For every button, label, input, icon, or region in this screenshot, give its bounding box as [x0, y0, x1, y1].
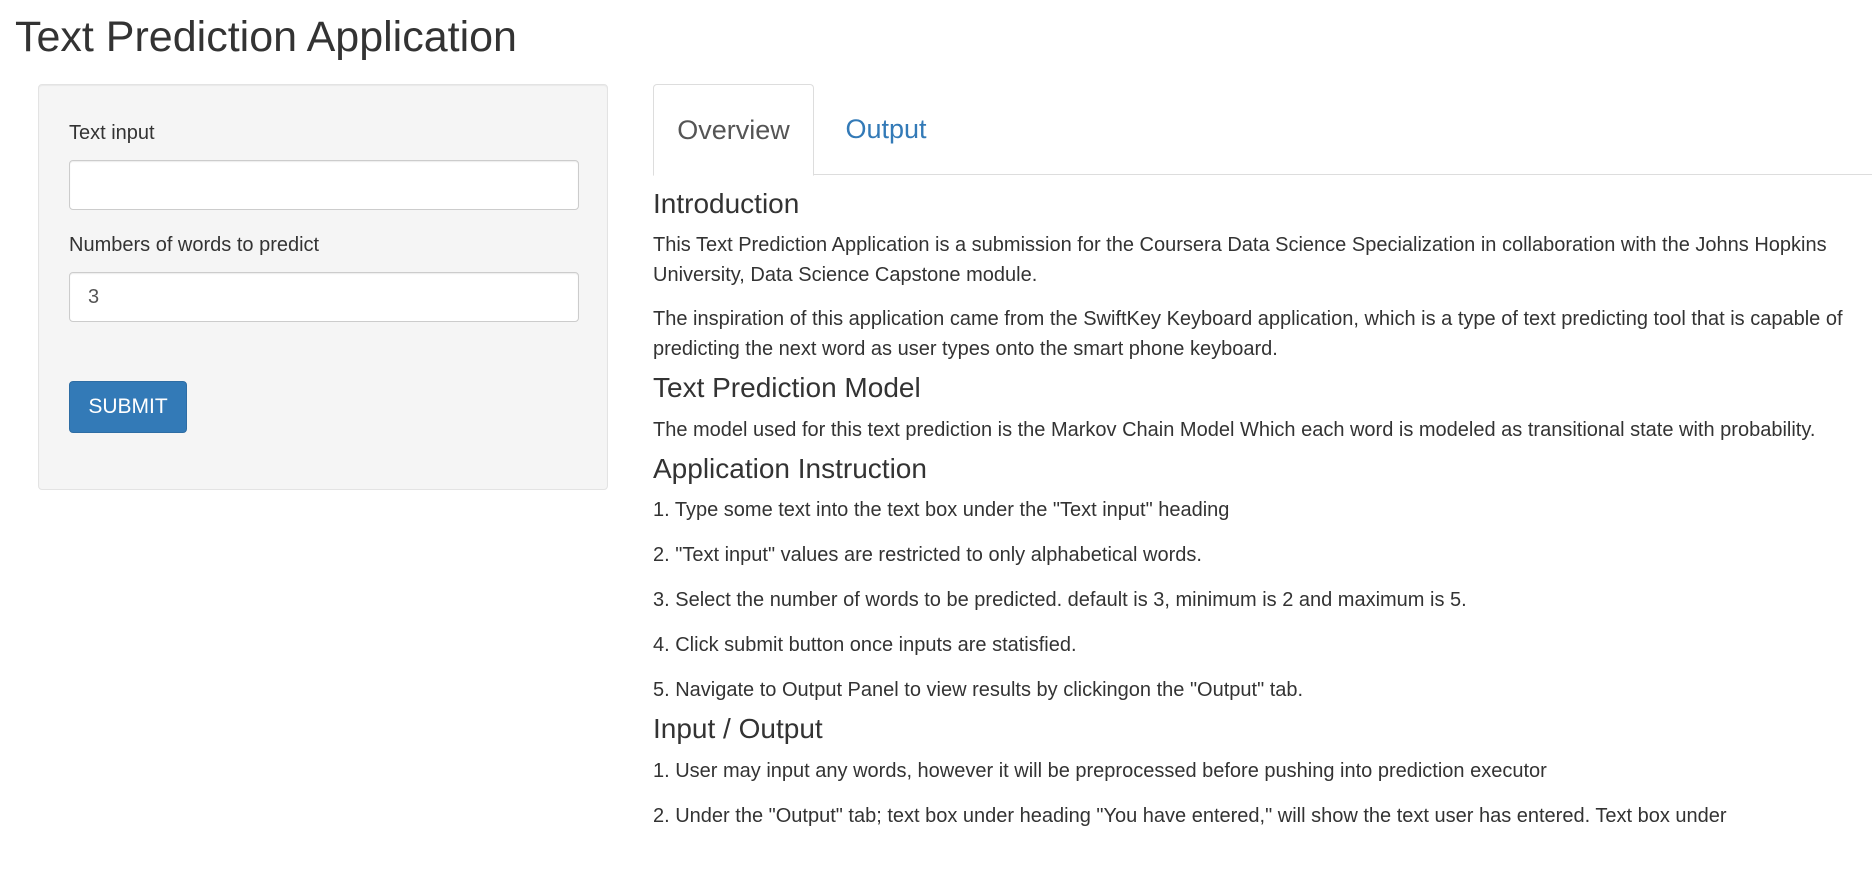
instruction-item: 4. Click submit button once inputs are s… [653, 634, 1077, 657]
page-title: Text Prediction Application [15, 13, 517, 61]
model-heading: Text Prediction Model [653, 372, 921, 404]
instruction-item: 5. Navigate to Output Panel to view resu… [653, 679, 1304, 702]
input-output-heading: Input / Output [653, 713, 823, 745]
instruction-heading: Application Instruction [653, 452, 927, 484]
instruction-item: 1. Type some text into the text box unde… [653, 499, 1230, 522]
words-count-field[interactable] [69, 272, 579, 322]
overview-content: Introduction This Text Prediction Applic… [653, 186, 1853, 831]
text-input-field[interactable] [69, 160, 579, 210]
sidebar-panel: Text input Numbers of words to predict S… [38, 84, 608, 490]
tab-bar: Overview Output [653, 84, 1872, 176]
submit-button[interactable]: SUBMIT [69, 381, 187, 433]
introduction-paragraph-1: This Text Prediction Application is a su… [653, 234, 1827, 287]
introduction-heading: Introduction [653, 188, 800, 219]
input-output-item: 1. User may input any words, however it … [653, 759, 1547, 782]
tab-output[interactable]: Output [831, 84, 941, 175]
model-paragraph: The model used for this text prediction … [653, 418, 1816, 441]
tab-overview[interactable]: Overview [653, 84, 814, 176]
introduction-paragraph-2: The inspiration of this application came… [653, 308, 1843, 361]
input-output-item: 2. Under the "Output" tab; text box unde… [653, 804, 1727, 827]
instruction-item: 3. Select the number of words to be pred… [653, 589, 1467, 612]
text-input-label: Text input [69, 122, 155, 144]
instruction-item: 2. "Text input" values are restricted to… [653, 544, 1202, 567]
words-count-label: Numbers of words to predict [69, 234, 320, 256]
